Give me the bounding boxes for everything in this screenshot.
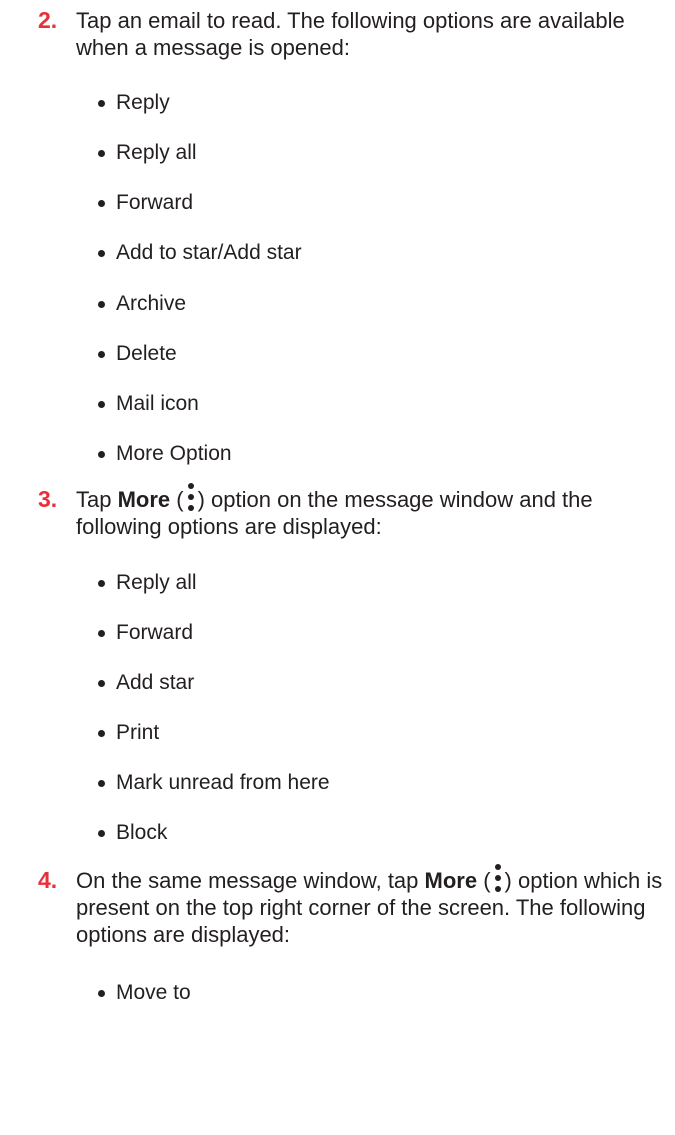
step-text: On the same message window, tap More () … [76, 864, 666, 948]
list-item: Add star [98, 670, 658, 696]
bullet-icon [98, 401, 105, 408]
bullet-icon [98, 301, 105, 308]
step-number: 2. [38, 7, 58, 33]
step-text: Tap an email to read. The following opti… [76, 8, 625, 60]
bullet-icon [98, 780, 105, 787]
bullet-icon [98, 250, 105, 257]
list-item: Reply all [98, 570, 658, 596]
bullet-icon [98, 630, 105, 637]
list-item: Move to [98, 980, 658, 1006]
step-text: Tap More () option on the message window… [76, 483, 666, 540]
more-label: More [117, 487, 171, 512]
bullet-icon [98, 100, 105, 107]
bullet-icon [98, 351, 105, 358]
bullet-icon [98, 830, 105, 837]
step-number: 3. [38, 486, 58, 512]
list-item: Print [98, 720, 658, 746]
list-item: Forward [98, 620, 658, 646]
bullet-icon [98, 150, 105, 157]
bullet-icon [98, 680, 105, 687]
list-item: Delete [98, 341, 658, 367]
step-number: 4. [38, 867, 58, 893]
list-item: Add to star/Add star [98, 240, 658, 266]
list-item: Reply [98, 90, 658, 116]
list-item: Block [98, 820, 658, 846]
more-label: More [424, 868, 478, 893]
bullet-icon [98, 451, 105, 458]
bullet-icon [98, 580, 105, 587]
more-vertical-icon [493, 864, 503, 892]
bullet-icon [98, 200, 105, 207]
list-item: More Option [98, 441, 658, 467]
more-vertical-icon [186, 483, 196, 511]
bullet-icon [98, 990, 105, 997]
list-item: Mark unread from here [98, 770, 658, 796]
list-item: Reply all [98, 140, 658, 166]
bullet-icon [98, 730, 105, 737]
list-item: Forward [98, 190, 658, 216]
list-item: Archive [98, 291, 658, 317]
list-item: Mail icon [98, 391, 658, 417]
